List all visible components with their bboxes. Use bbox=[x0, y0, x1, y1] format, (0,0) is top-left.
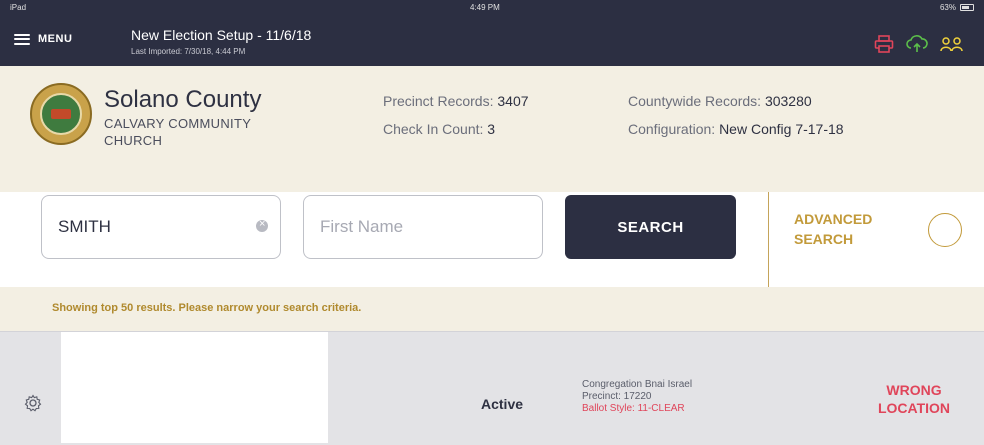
precinct-records-label: Precinct Records: bbox=[383, 93, 494, 109]
checkin-count-label: Check In Count: bbox=[383, 121, 484, 137]
polling-site-name: CALVARY COMMUNITY CHURCH bbox=[104, 116, 251, 148]
hamburger-icon bbox=[14, 33, 30, 45]
precinct-info: Congregation Bnai Israel Precinct: 17220… bbox=[582, 379, 692, 415]
results-notice-band: Showing top 50 results. Please narrow yo… bbox=[0, 287, 984, 331]
gear-icon[interactable] bbox=[24, 394, 42, 417]
county-seal-icon bbox=[30, 83, 92, 145]
wrong-location-button[interactable]: WRONG LOCATION bbox=[862, 381, 966, 417]
voter-status: Active bbox=[481, 396, 524, 412]
advanced-search-toggle[interactable] bbox=[928, 213, 962, 247]
menu-button[interactable]: MENU bbox=[14, 33, 72, 45]
checkin-count: Check In Count: 3 bbox=[383, 121, 495, 137]
header-actions bbox=[874, 35, 964, 53]
battery-percent: 63% bbox=[939, 3, 956, 12]
countywide-records: Countywide Records: 303280 bbox=[628, 93, 812, 109]
last-name-input[interactable]: SMITH bbox=[41, 195, 281, 259]
status-indicators: 63% bbox=[940, 3, 974, 12]
users-icon[interactable] bbox=[940, 36, 964, 52]
configuration: Configuration: New Config 7-17-18 bbox=[628, 121, 844, 137]
device-label: iPad bbox=[10, 3, 27, 12]
last-imported: Last Imported: 7/30/18, 4:44 PM bbox=[131, 47, 246, 56]
table-row[interactable]: Active Congregation Bnai Israel Precinct… bbox=[0, 331, 984, 445]
first-name-placeholder: First Name bbox=[320, 217, 404, 236]
polling-place: Congregation Bnai Israel bbox=[582, 379, 693, 390]
precinct-number: Precinct: 17220 bbox=[582, 391, 652, 402]
countywide-records-value: 303280 bbox=[764, 93, 812, 109]
countywide-records-label: Countywide Records: bbox=[628, 93, 762, 109]
search-button[interactable]: SEARCH bbox=[565, 195, 736, 259]
configuration-label: Configuration: bbox=[628, 121, 716, 137]
site-info-band: Solano County CALVARY COMMUNITY CHURCH P… bbox=[0, 66, 984, 192]
county-name: Solano County bbox=[104, 86, 262, 113]
divider bbox=[768, 192, 769, 287]
battery-icon bbox=[960, 4, 974, 11]
cloud-sync-icon[interactable] bbox=[906, 35, 928, 53]
top-bar: iPad 4:49 PM 63% MENU New Election Setup… bbox=[0, 0, 984, 66]
election-title: New Election Setup - 11/6/18 bbox=[131, 27, 312, 43]
clock: 4:49 PM bbox=[470, 3, 500, 12]
first-name-input[interactable]: First Name bbox=[303, 195, 543, 259]
redacted-voter-info bbox=[61, 332, 328, 443]
menu-label: MENU bbox=[38, 33, 73, 45]
precinct-records-value: 3407 bbox=[497, 93, 529, 109]
results-notice: Showing top 50 results. Please narrow yo… bbox=[52, 302, 362, 314]
last-name-value: SMITH bbox=[58, 217, 111, 236]
advanced-search-label[interactable]: ADVANCED SEARCH bbox=[794, 209, 904, 249]
configuration-value: New Config 7-17-18 bbox=[719, 121, 844, 137]
checkin-count-value: 3 bbox=[487, 121, 496, 137]
precinct-records: Precinct Records: 3407 bbox=[383, 93, 529, 109]
search-panel: SMITH First Name SEARCH ADVANCED SEARCH bbox=[0, 192, 984, 287]
printer-icon[interactable] bbox=[874, 35, 894, 53]
clear-input-icon[interactable] bbox=[256, 218, 268, 232]
ballot-style: Ballot Style: 11-CLEAR bbox=[582, 403, 685, 414]
